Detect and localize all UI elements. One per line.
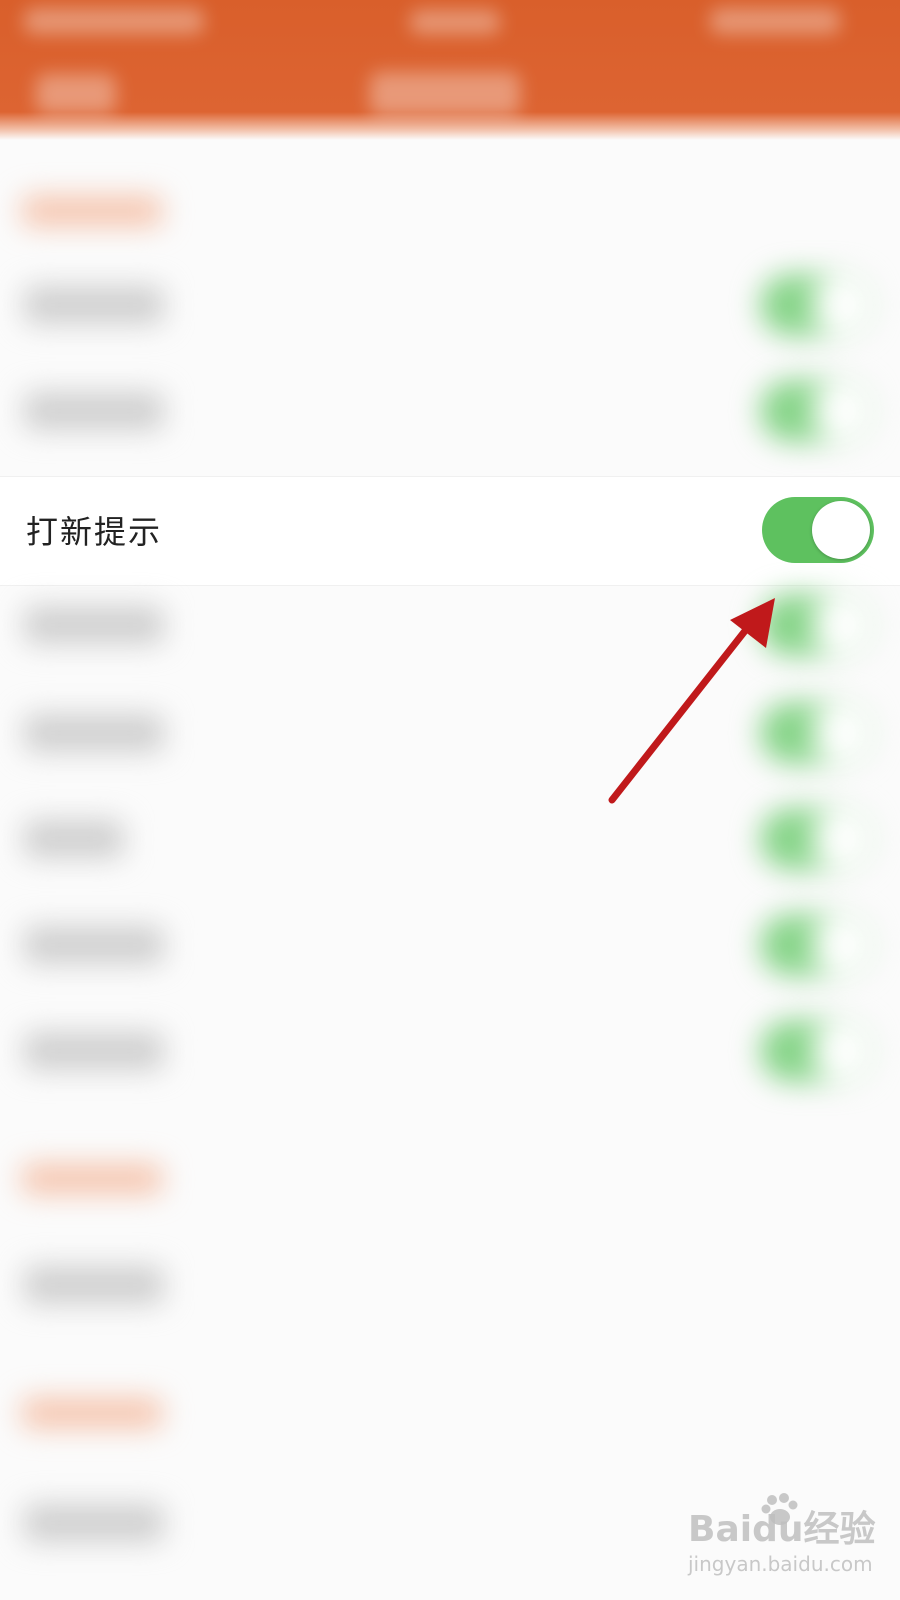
section-header [22, 1164, 162, 1194]
setting-row[interactable] [0, 572, 900, 680]
setting-row-new-stock-alert[interactable]: 打新提示 [0, 476, 900, 586]
setting-row[interactable] [0, 786, 900, 894]
toggle-switch[interactable] [760, 380, 872, 442]
app-header [0, 0, 900, 140]
setting-row[interactable] [0, 1232, 900, 1340]
section-header [22, 196, 162, 226]
baidu-jingyan-watermark: Baidu经验 jingyan.baidu.com [688, 1493, 888, 1590]
setting-label [24, 392, 164, 430]
watermark-brand: Baidu经验 [688, 1509, 876, 1550]
status-bar-left [24, 8, 204, 34]
watermark-url: jingyan.baidu.com [688, 1552, 873, 1576]
toggle-switch[interactable] [760, 594, 872, 656]
setting-label [24, 714, 164, 752]
status-bar-center [410, 10, 500, 34]
setting-label [24, 820, 124, 858]
setting-label [24, 286, 164, 324]
toggle-switch[interactable] [760, 702, 872, 764]
setting-row[interactable] [0, 252, 900, 360]
page-title [370, 72, 520, 116]
setting-label [24, 1504, 164, 1542]
toggle-switch[interactable] [760, 808, 872, 870]
toggle-switch[interactable] [760, 914, 872, 976]
toggle-switch[interactable] [760, 1020, 872, 1082]
new-stock-alert-toggle[interactable] [762, 497, 874, 563]
setting-row[interactable] [0, 892, 900, 1000]
toggle-switch[interactable] [760, 274, 872, 336]
setting-label [24, 926, 164, 964]
setting-label [24, 1032, 164, 1070]
setting-row[interactable] [0, 358, 900, 466]
back-icon[interactable] [36, 74, 116, 114]
section-header [22, 1398, 162, 1428]
setting-label: 打新提示 [26, 513, 163, 551]
setting-label [24, 1266, 164, 1304]
setting-row[interactable] [0, 680, 900, 788]
setting-label [24, 606, 164, 644]
toggle-knob [812, 501, 870, 559]
setting-row[interactable] [0, 998, 900, 1106]
status-bar-right [710, 8, 840, 34]
